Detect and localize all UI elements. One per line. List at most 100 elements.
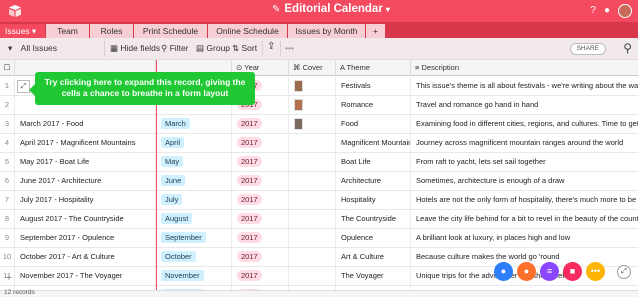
theme-cell[interactable]: Festivals (336, 77, 411, 95)
description-cell[interactable]: Hotels are not the only form of hospital… (411, 191, 638, 209)
description-cell[interactable]: Sometimes, architecture is enough of a d… (411, 172, 638, 190)
theme-cell[interactable]: Magnificent Mountains (336, 134, 411, 152)
month-cell[interactable]: October (156, 248, 232, 266)
theme-cell[interactable]: Opulence (336, 229, 411, 247)
table-row[interactable]: 4 April 2017 - Magnificent Mountains April… (0, 134, 638, 153)
table-row[interactable]: 6 June 2017 - Architecture June 2017 Archite… (0, 172, 638, 191)
tab-print-schedule[interactable]: Print Schedule (134, 24, 208, 38)
cover-thumbnail[interactable] (294, 99, 303, 111)
theme-cell[interactable]: Food (336, 115, 411, 133)
tab-roles[interactable]: Roles (90, 24, 134, 38)
tab-online-schedule[interactable]: Online Schedule (208, 24, 288, 38)
theme-cell[interactable]: Architecture (336, 172, 411, 190)
year-cell[interactable]: 2017 (232, 229, 289, 247)
cover-cell[interactable] (289, 134, 336, 152)
add-record-button[interactable]: + (6, 273, 12, 284)
filter-button[interactable]: ⚲ Filter (161, 43, 189, 54)
theme-cell[interactable]: Hospitality (336, 191, 411, 209)
sort-button[interactable]: ⇅ Sort (232, 43, 257, 54)
chat-icon[interactable]: ■ (563, 262, 582, 281)
year-cell[interactable]: 2017 (232, 172, 289, 190)
column-header-theme[interactable]: A Theme (336, 60, 411, 76)
name-cell[interactable]: April 2017 - Magnificent Mountains (15, 134, 156, 152)
more-options-button[interactable]: ••• (285, 43, 294, 53)
hide-fields-button[interactable]: ▦ Hide fields (110, 43, 160, 54)
share-view-icon[interactable]: ⇪ (267, 41, 275, 52)
year-cell[interactable]: 2017 (232, 210, 289, 228)
airtable-logo-icon[interactable] (8, 4, 22, 18)
month-cell[interactable]: August (156, 210, 232, 228)
description-cell[interactable]: Journey across magnificent mountain rang… (411, 134, 638, 152)
name-cell[interactable]: July 2017 - Hospitality (15, 191, 156, 209)
cover-cell[interactable] (289, 191, 336, 209)
name-cell[interactable]: June 2017 - Architecture (15, 172, 156, 190)
theme-cell[interactable]: Romance (336, 96, 411, 114)
month-cell[interactable]: March (156, 115, 232, 133)
table-row[interactable]: 9 September 2017 - Opulence September 2017 O… (0, 229, 638, 248)
share-button[interactable]: SHARE (569, 43, 606, 55)
more-icon[interactable]: ••• (586, 262, 605, 281)
cover-cell[interactable] (289, 96, 336, 114)
description-cell[interactable]: Examining food in different cities, regi… (411, 115, 638, 133)
tab-issues[interactable]: Issues ▾ (0, 24, 46, 38)
cover-cell[interactable] (289, 115, 336, 133)
name-cell[interactable]: March 2017 - Food (15, 115, 156, 133)
theme-cell[interactable]: The Countryside (336, 210, 411, 228)
name-cell[interactable]: November 2017 - The Voyager (15, 267, 156, 285)
description-cell[interactable]: This issue's theme is all about festival… (411, 77, 638, 95)
description-cell[interactable]: Travel and romance go hand in hand (411, 96, 638, 114)
table-row[interactable]: 7 July 2017 - Hospitality July 2017 Hospital… (0, 191, 638, 210)
cover-cell[interactable] (289, 153, 336, 171)
month-cell[interactable]: November (156, 267, 232, 285)
user-avatar[interactable] (618, 4, 632, 18)
cover-cell[interactable] (289, 229, 336, 247)
view-switcher[interactable]: ▾ All Issues (8, 43, 57, 54)
tab-team[interactable]: Team (46, 24, 90, 38)
name-cell[interactable]: September 2017 - Opulence (15, 229, 156, 247)
bell-icon[interactable]: ● (604, 4, 610, 18)
month-cell[interactable]: September (156, 229, 232, 247)
theme-cell[interactable]: Art & Culture (336, 248, 411, 266)
column-header-description[interactable]: ≡ Description (411, 60, 638, 76)
cover-thumbnail[interactable] (294, 80, 303, 92)
tab-issues-by-month[interactable]: Issues by Month (288, 24, 366, 38)
theme-cell[interactable]: The Voyager (336, 267, 411, 285)
name-cell[interactable]: August 2017 - The Countryside (15, 210, 156, 228)
expand-icon[interactable]: ⤢ (617, 265, 631, 279)
month-cell[interactable]: July (156, 191, 232, 209)
column-header-cover[interactable]: ⌘ Cover (289, 60, 336, 76)
help-icon[interactable]: ? (590, 4, 596, 18)
month-cell[interactable]: June (156, 172, 232, 190)
cover-cell[interactable] (289, 172, 336, 190)
year-cell[interactable]: 2017 (232, 191, 289, 209)
month-cell[interactable]: May (156, 153, 232, 171)
month-cell[interactable]: April (156, 134, 232, 152)
list-icon[interactable]: ≡ (540, 262, 559, 281)
base-title[interactable]: ✎ Editorial Calendar ▾ (272, 3, 390, 15)
description-cell[interactable]: From raft to yacht, lets set sail togeth… (411, 153, 638, 171)
year-cell[interactable]: 2017 (232, 153, 289, 171)
user-group-icon[interactable]: ● (517, 262, 536, 281)
description-cell[interactable]: Leave the city life behind for a bit to … (411, 210, 638, 228)
user-group-icon[interactable]: ● (494, 262, 513, 281)
select-all-checkbox[interactable]: ☐ (0, 60, 15, 76)
description-cell[interactable]: A brilliant look at luxury, in places hi… (411, 229, 638, 247)
table-row[interactable]: 3 March 2017 - Food March 2017 Food Examining… (0, 115, 638, 134)
group-button[interactable]: ▤ Group (196, 43, 230, 54)
cover-cell[interactable] (289, 267, 336, 285)
search-icon[interactable]: ⚲ (623, 41, 632, 55)
name-cell[interactable]: May 2017 - Boat Life (15, 153, 156, 171)
name-cell[interactable]: October 2017 - Art & Culture (15, 248, 156, 266)
cover-cell[interactable] (289, 210, 336, 228)
add-table-button[interactable]: + (366, 24, 386, 38)
theme-cell[interactable]: Boat Life (336, 153, 411, 171)
year-cell[interactable]: 2017 (232, 115, 289, 133)
year-cell[interactable]: 2017 (232, 134, 289, 152)
year-cell[interactable]: 2017 (232, 248, 289, 266)
cover-thumbnail[interactable] (294, 118, 303, 130)
cover-cell[interactable] (289, 248, 336, 266)
cover-cell[interactable] (289, 77, 336, 95)
table-row[interactable]: 8 August 2017 - The Countryside August 2017… (0, 210, 638, 229)
table-row[interactable]: 5 May 2017 - Boat Life May 2017 Boat Life Fro… (0, 153, 638, 172)
year-cell[interactable]: 2017 (232, 267, 289, 285)
